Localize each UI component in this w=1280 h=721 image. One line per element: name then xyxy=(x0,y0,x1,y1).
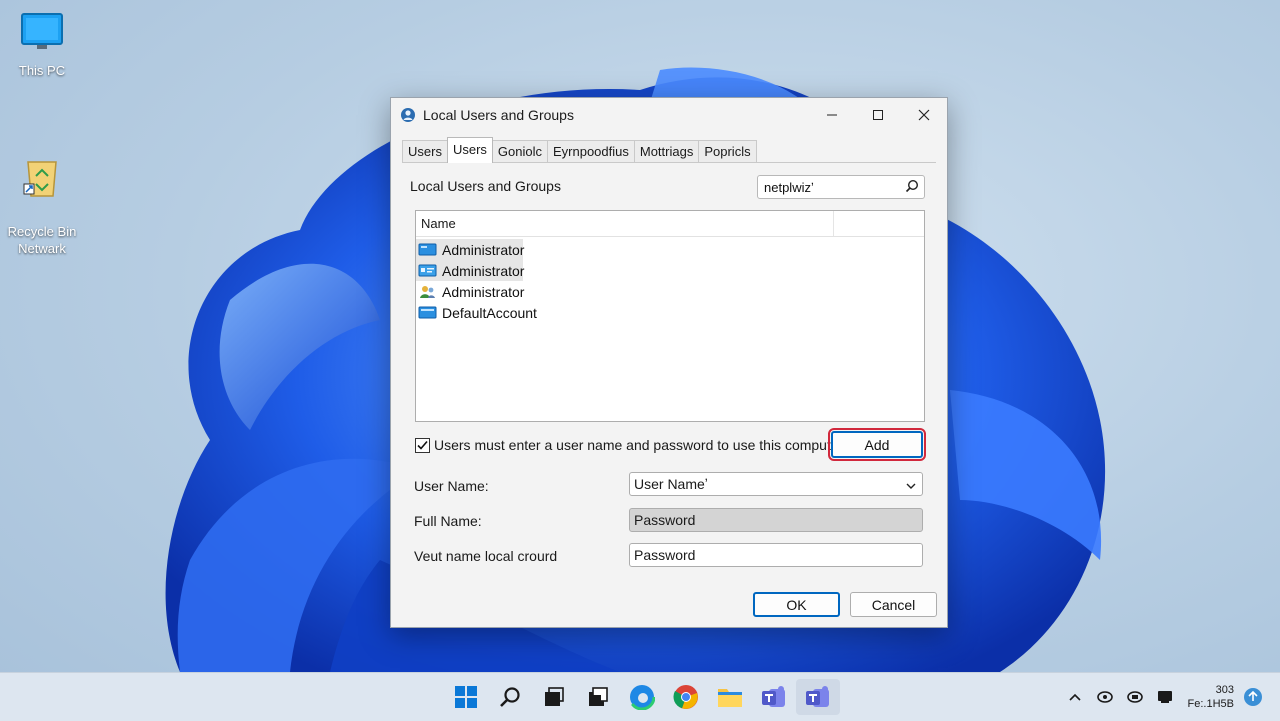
taskbar-clock[interactable]: 303 Fe:.1H5B xyxy=(1188,683,1234,711)
require-password-checkbox[interactable] xyxy=(415,437,430,453)
cancel-button[interactable]: Cancel xyxy=(850,592,937,617)
require-password-checkbox-row[interactable]: Users must enter a user name and passwor… xyxy=(415,437,843,453)
start-icon[interactable] xyxy=(444,679,488,715)
system-tray: 303 Fe:.1H5B xyxy=(1060,673,1268,721)
desktop-icon-label: Recycle Bin Netwark xyxy=(7,224,77,256)
user-monitor-icon xyxy=(418,243,437,257)
widgets-icon[interactable] xyxy=(576,679,620,715)
teams-icon[interactable] xyxy=(796,679,840,715)
list-item[interactable]: Administrator xyxy=(416,281,924,302)
chrome-icon[interactable] xyxy=(664,679,708,715)
tab-mottriags[interactable]: Mottriags xyxy=(633,140,700,163)
list-header: Name xyxy=(416,211,924,237)
battery-icon[interactable] xyxy=(1150,682,1180,712)
tab-strip: Users Users Goniolc Eyrnpoodfius Mottria… xyxy=(402,137,757,163)
maximize-icon xyxy=(873,109,883,120)
edge-icon[interactable] xyxy=(620,679,664,715)
clock-time: 303 xyxy=(1215,684,1234,696)
user-card-icon xyxy=(418,264,437,278)
user-monitor-icon xyxy=(418,306,437,320)
close-icon xyxy=(918,109,930,120)
list-item-label: Administrator xyxy=(442,262,525,279)
user-group-icon xyxy=(418,285,437,299)
network-icon[interactable] xyxy=(1090,682,1120,712)
desktop-icon-recycle-bin[interactable]: Recycle Bin Netwark xyxy=(2,120,82,274)
local-group-field[interactable]: Password xyxy=(629,543,923,567)
desktop-icon-this-pc[interactable]: This PC xyxy=(2,12,82,79)
notification-icon[interactable] xyxy=(1238,682,1268,712)
list-item-label: Administrator xyxy=(442,283,525,300)
user-name-label: User Name: xyxy=(414,478,489,494)
search-icon[interactable] xyxy=(905,179,919,196)
users-list: Name Administrator Administrator Adminis… xyxy=(415,210,925,422)
taskbar-apps xyxy=(444,679,840,715)
section-label: Local Users and Groups xyxy=(410,178,561,194)
user-name-value: User Nameʼ xyxy=(634,476,708,492)
window-title: Local Users and Groups xyxy=(423,106,574,123)
list-item-label: Administrator xyxy=(442,241,525,258)
minimize-button[interactable] xyxy=(809,98,855,131)
list-item[interactable]: Administrator xyxy=(416,260,525,281)
task-view-icon[interactable] xyxy=(532,679,576,715)
full-name-value: Password xyxy=(634,512,696,528)
list-body: Administrator Administrator Administrato… xyxy=(416,237,924,323)
search-icon[interactable] xyxy=(488,679,532,715)
tab-users-active[interactable]: Users xyxy=(446,137,493,163)
local-users-dialog: Local Users and Groups Users Users Gonio… xyxy=(390,97,948,628)
checkmark-icon xyxy=(417,440,428,450)
column-header-empty[interactable] xyxy=(834,211,923,236)
minimize-icon xyxy=(827,114,837,115)
full-name-label: Full Name: xyxy=(414,513,482,529)
clock-date: Fe:.1H5B xyxy=(1187,698,1234,710)
users-app-icon xyxy=(400,107,416,123)
add-button[interactable]: Add xyxy=(831,431,923,458)
tab-users-1[interactable]: Users xyxy=(402,140,448,163)
local-group-value: Password xyxy=(634,547,696,563)
title-bar[interactable]: Local Users and Groups xyxy=(391,98,947,131)
user-name-dropdown[interactable]: User Nameʼ xyxy=(629,472,923,496)
list-item[interactable]: DefaultAccount xyxy=(416,302,924,323)
search-input[interactable] xyxy=(758,178,896,196)
desktop-icon-label: This PC xyxy=(18,63,66,78)
local-group-label: Veut name local crourd xyxy=(414,548,558,564)
ok-button[interactable]: OK xyxy=(753,592,840,617)
monitor-icon xyxy=(2,12,82,58)
close-button[interactable] xyxy=(901,98,947,131)
chevron-up-icon[interactable] xyxy=(1060,682,1090,712)
file-explorer-icon[interactable] xyxy=(708,679,752,715)
tab-eyrnpoodfius[interactable]: Eyrnpoodfius xyxy=(546,140,635,163)
volume-icon[interactable] xyxy=(1120,682,1150,712)
tab-goniolc[interactable]: Goniolc xyxy=(491,140,548,163)
chevron-down-icon[interactable] xyxy=(906,476,916,492)
recycle-bin-icon xyxy=(2,137,82,202)
taskbar: 303 Fe:.1H5B xyxy=(0,672,1280,721)
maximize-button[interactable] xyxy=(855,98,901,131)
list-item-label: DefaultAccount xyxy=(442,304,537,321)
search-box[interactable] xyxy=(757,175,925,199)
tab-popricls[interactable]: Popricls xyxy=(698,140,757,163)
teams-icon[interactable] xyxy=(752,679,796,715)
list-item[interactable]: Administrator xyxy=(416,239,525,260)
checkbox-label: Users must enter a user name and passwor… xyxy=(434,437,844,453)
column-header-name[interactable]: Name xyxy=(416,211,834,236)
full-name-field: Password xyxy=(629,508,923,532)
